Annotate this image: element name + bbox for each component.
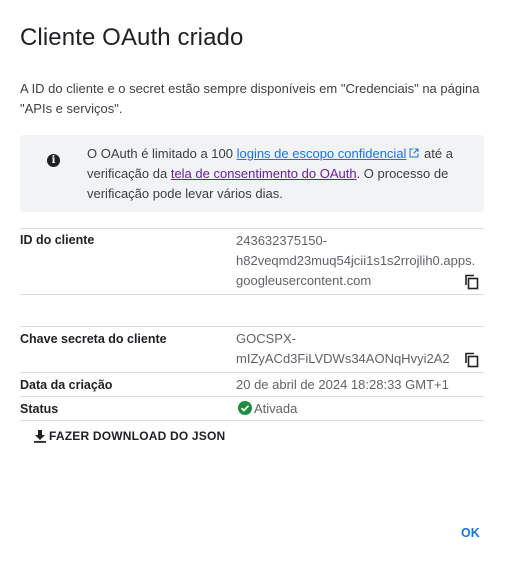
- info-text-before: O OAuth é limitado a 100: [87, 146, 237, 161]
- client-id-line: h82veqmd23muq54jcii1s1s2rrojlih0.apps.: [236, 253, 476, 268]
- client-secret-line: mIZyACd3FiLVDWs34AONqHvyi2A2: [236, 351, 450, 366]
- client-secret-value[interactable]: GOCSPX- mIZyACd3FiLVDWs34AONqHvyi2A2: [236, 329, 450, 369]
- copy-client-id-icon[interactable]: [464, 274, 480, 290]
- external-link-icon: [409, 148, 419, 158]
- oauth-client-created-dialog: Cliente OAuth criado A ID do cliente e o…: [0, 0, 505, 562]
- download-icon: [34, 430, 46, 443]
- creation-date-row: Data da criação 20 de abril de 2024 18:2…: [20, 373, 484, 396]
- dialog-intro-text: A ID do cliente e o secret estão sempre …: [20, 81, 480, 116]
- client-id-row: ID do cliente 243632375150- h82veqmd23mu…: [20, 229, 484, 295]
- ok-button[interactable]: OK: [455, 524, 486, 542]
- client-secret-row: Chave secreta do cliente GOCSPX- mIZyACd…: [20, 327, 484, 372]
- client-id-label: ID do cliente: [20, 233, 95, 247]
- copy-client-secret-icon[interactable]: [464, 352, 480, 368]
- confidential-scope-logins-link[interactable]: logins de escopo confidencial: [237, 146, 407, 161]
- check-circle-icon: [238, 401, 252, 415]
- creation-date-value: 20 de abril de 2024 18:28:33 GMT+1: [236, 377, 449, 392]
- oauth-consent-screen-link[interactable]: tela de consentimento do OAuth: [171, 166, 357, 181]
- client-secret-line: GOCSPX-: [236, 331, 296, 346]
- info-banner-text: O OAuth é limitado a 100 logins de escop…: [87, 144, 467, 204]
- status-label: Status: [20, 402, 59, 416]
- status-value: Ativada: [238, 399, 297, 419]
- download-json-label: FAZER DOWNLOAD DO JSON: [49, 429, 226, 443]
- row-divider: [20, 294, 484, 295]
- status-text: Ativada: [254, 401, 298, 416]
- info-icon: i: [47, 154, 60, 167]
- client-id-line: 243632375150-: [236, 233, 328, 248]
- status-row: Status Ativada: [20, 397, 484, 420]
- client-id-line: googleusercontent.com: [236, 273, 372, 288]
- dialog-title: Cliente OAuth criado: [20, 24, 244, 51]
- client-id-value[interactable]: 243632375150- h82veqmd23muq54jcii1s1s2rr…: [236, 231, 475, 291]
- row-divider: [20, 420, 484, 421]
- download-json-button[interactable]: FAZER DOWNLOAD DO JSON: [33, 429, 225, 443]
- client-secret-label: Chave secreta do cliente: [20, 332, 167, 346]
- info-banner: i O OAuth é limitado a 100 logins de esc…: [20, 135, 484, 212]
- creation-date-label: Data da criação: [20, 378, 113, 392]
